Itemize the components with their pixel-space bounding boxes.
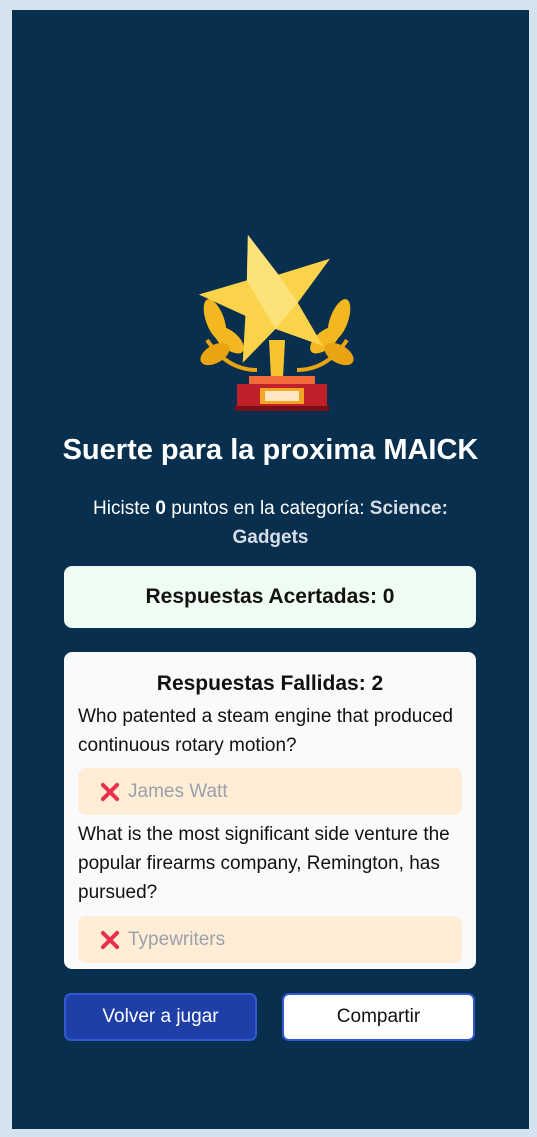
result-title: Suerte para la proxima MAICK — [62, 434, 479, 466]
summary-prefix: Hiciste — [93, 498, 151, 519]
play-again-button[interactable]: Volver a jugar — [64, 993, 257, 1041]
x-mark-icon — [100, 782, 120, 802]
question-text: What is the most significant side ventur… — [78, 824, 450, 903]
share-button[interactable]: Compartir — [282, 993, 475, 1041]
answer-text: James Watt — [128, 780, 228, 802]
question-text: Who patented a steam engine that produce… — [78, 706, 453, 756]
wrong-answers-label: Respuestas Fallidas: 2 — [156, 672, 384, 695]
points-value: 0 — [155, 498, 166, 519]
correct-answers-label: Respuestas Acertadas: 0 — [145, 585, 395, 608]
answer-item: James Watt — [78, 768, 462, 815]
answer-text: Typewriters — [128, 928, 226, 950]
x-mark-icon — [100, 930, 120, 950]
summary-middle: puntos en la categoría: — [171, 498, 365, 519]
trophy-icon — [198, 234, 354, 411]
answer-item: Typewriters — [78, 916, 462, 963]
correct-answers-card: Respuestas Acertadas: 0 — [64, 566, 476, 628]
wrong-answers-card: Respuestas Fallidas: 2 Who patented a st… — [64, 652, 476, 969]
result-screen: Suerte para la proxima MAICK Hiciste 0 p… — [12, 10, 529, 1129]
score-summary: Hiciste 0 puntos en la categoría: Scienc… — [72, 494, 469, 552]
